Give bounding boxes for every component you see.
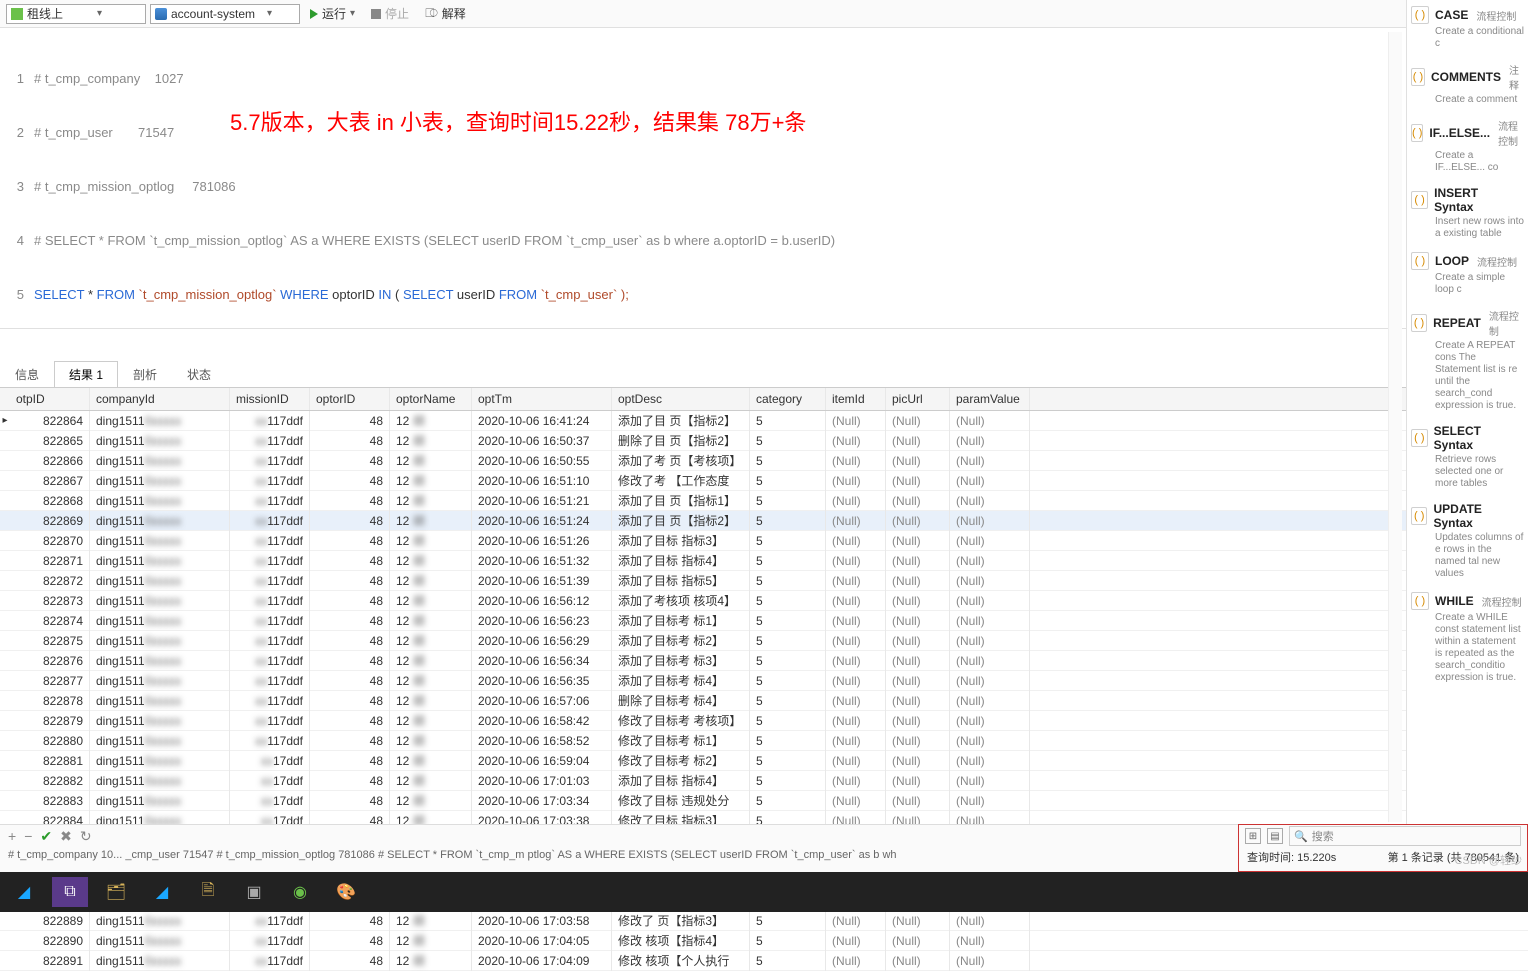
taskbar-app[interactable]: ▣ [236,877,272,907]
play-icon [310,9,318,19]
snippet-item[interactable]: ( )UPDATE SyntaxUpdates columns of e row… [1411,502,1524,580]
snippet-icon: ( ) [1411,429,1428,447]
table-row[interactable]: 822889 ding15110xxxxx xx117ddf 48 12 胡 2… [0,911,1528,931]
column-header[interactable]: optorID [310,388,390,410]
refresh-button[interactable]: ↻ [80,828,92,845]
taskbar-app[interactable]: 🗎 [190,877,226,907]
chevron-down-icon: ▾ [267,8,272,19]
connection-icon [11,8,23,20]
table-row[interactable]: 822871 ding15110xxxxx xx117ddf 48 12 胡 2… [0,551,1528,571]
apply-button[interactable]: ✔ [40,828,52,845]
connection-name: 租线上 [27,5,63,22]
column-header[interactable]: paramValue [950,388,1030,410]
tab-info[interactable]: 信息 [0,361,54,387]
cancel-button[interactable]: ✖ [60,828,72,845]
table-row[interactable]: 822869 ding15110xxxxx xx117ddf 48 12 胡 2… [0,511,1528,531]
tab-result[interactable]: 结果 1 [54,361,118,387]
snippet-icon: ( ) [1411,68,1425,86]
table-row[interactable]: 822876 ding15110xxxxx xx117ddf 48 12 胡 2… [0,651,1528,671]
result-grid-header: otpID companyId missionID optorID optorN… [0,388,1528,411]
snippet-icon: ( ) [1411,592,1429,610]
result-tabs: 信息 结果 1 剖析 状态 [0,361,1528,388]
snippet-icon: ( ) [1411,507,1427,525]
column-header[interactable]: picUrl [886,388,950,410]
snippet-icon: ( ) [1411,252,1429,270]
table-row[interactable]: ▸ 822864 ding15110xxxxx xx117ddf 48 12 胡… [0,411,1528,431]
taskbar-app[interactable]: ◢ [6,877,42,907]
grid-view-button[interactable]: ⊞ [1245,828,1261,844]
snippets-sidebar: ( )CASE流程控制Create a conditional c ( )COMM… [1406,0,1528,872]
search-icon: 🔍 [1294,830,1308,843]
chevron-down-icon: ▾ [97,8,102,19]
chevron-down-icon[interactable]: ▾ [350,8,355,19]
search-input[interactable]: 🔍 搜索 [1289,826,1521,846]
snippet-icon: ( ) [1411,191,1428,209]
snippet-item[interactable]: ( )REPEAT流程控制Create A REPEAT cons The St… [1411,308,1524,412]
explain-button[interactable]: ⎄ 解释 [419,3,472,24]
taskbar-app[interactable]: 🎨 [328,877,364,907]
table-row[interactable]: 822882 ding15110xxxxx xx17ddf 48 12 胡 20… [0,771,1528,791]
sql-editor[interactable]: 1# t_cmp_company 1027 2# t_cmp_user 7154… [0,28,1528,329]
database-name: account-system [171,7,255,21]
table-row[interactable]: 822878 ding15110xxxxx xx117ddf 48 12 胡 2… [0,691,1528,711]
column-header[interactable]: otpID [10,388,90,410]
snippet-item[interactable]: ( )IF...ELSE...流程控制Create a IF...ELSE...… [1411,118,1524,174]
table-row[interactable]: 822870 ding15110xxxxx xx117ddf 48 12 胡 2… [0,531,1528,551]
watermark: CSDN @轻纱 [1455,852,1522,868]
table-row[interactable]: 822883 ding15110xxxxx xx17ddf 48 12 胡 20… [0,791,1528,811]
snippet-item[interactable]: ( )LOOP流程控制Create a simple loop c [1411,252,1524,296]
form-view-button[interactable]: ▤ [1267,828,1283,844]
table-row[interactable]: 822891 ding15110xxxxx xx117ddf 48 12 胡 2… [0,951,1528,971]
vertical-scrollbar[interactable] [1388,32,1402,822]
database-icon [155,8,167,20]
explain-icon: ⎄ [425,6,438,21]
snippet-item[interactable]: ( )SELECT SyntaxRetrieve rows selected o… [1411,424,1524,490]
table-row[interactable]: 822875 ding15110xxxxx xx117ddf 48 12 胡 2… [0,631,1528,651]
toolbar: 租线上 ▾ account-system ▾ 运行 ▾ 停止 ⎄ 解释 [0,0,1528,28]
connection-dropdown[interactable]: 租线上 ▾ [6,4,146,24]
tab-profile[interactable]: 剖析 [118,361,172,387]
column-header[interactable]: optTm [472,388,612,410]
table-row[interactable]: 822867 ding15110xxxxx xx117ddf 48 12 胡 2… [0,471,1528,491]
snippet-item[interactable]: ( )CASE流程控制Create a conditional c [1411,6,1524,50]
taskbar: ◢ ⧉ 🗂 ◢ 🗎 ▣ ◉ 🎨 [0,872,1528,912]
table-row[interactable]: 822865 ding15110xxxxx xx117ddf 48 12 胡 2… [0,431,1528,451]
add-row-button[interactable]: + [8,828,16,844]
query-time-value: 15.220s [1297,852,1336,864]
table-row[interactable]: 822877 ding15110xxxxx xx117ddf 48 12 胡 2… [0,671,1528,691]
column-header[interactable]: optorName [390,388,472,410]
tab-status[interactable]: 状态 [172,361,226,387]
snippet-item[interactable]: ( )INSERT SyntaxInsert new rows into a e… [1411,186,1524,240]
snippet-icon: ( ) [1411,6,1429,24]
table-row[interactable]: 822879 ding15110xxxxx xx117ddf 48 12 胡 2… [0,711,1528,731]
snippet-item[interactable]: ( )WHILE流程控制Create a WHILE const stateme… [1411,592,1524,684]
table-row[interactable]: 822890 ding15110xxxxx xx117ddf 48 12 胡 2… [0,931,1528,951]
snippet-icon: ( ) [1411,314,1427,332]
table-row[interactable]: 822868 ding15110xxxxx xx117ddf 48 12 胡 2… [0,491,1528,511]
column-header[interactable]: itemId [826,388,886,410]
taskbar-app[interactable]: ◉ [282,877,318,907]
table-row[interactable]: 822866 ding15110xxxxx xx117ddf 48 12 胡 2… [0,451,1528,471]
column-header[interactable]: companyId [90,388,230,410]
table-row[interactable]: 822874 ding15110xxxxx xx117ddf 48 12 胡 2… [0,611,1528,631]
column-header[interactable]: missionID [230,388,310,410]
snippet-item[interactable]: ( )COMMENTS注释Create a comment [1411,62,1524,106]
run-button[interactable]: 运行 ▾ [304,3,361,24]
table-row[interactable]: 822881 ding15110xxxxx xx17ddf 48 12 胡 20… [0,751,1528,771]
delete-row-button[interactable]: − [24,828,32,844]
database-dropdown[interactable]: account-system ▾ [150,4,300,24]
column-header[interactable]: category [750,388,826,410]
taskbar-app[interactable]: 🗂 [98,877,134,907]
table-row[interactable]: 822872 ding15110xxxxx xx117ddf 48 12 胡 2… [0,571,1528,591]
taskbar-app[interactable]: ◢ [144,877,180,907]
column-header[interactable]: optDesc [612,388,750,410]
taskbar-app[interactable]: ⧉ [52,877,88,907]
snippet-icon: ( ) [1411,124,1423,142]
stop-icon [371,9,381,19]
table-row[interactable]: 822880 ding15110xxxxx xx117ddf 48 12 胡 2… [0,731,1528,751]
stop-button: 停止 [365,3,415,24]
table-row[interactable]: 822873 ding15110xxxxx xx117ddf 48 12 胡 2… [0,591,1528,611]
